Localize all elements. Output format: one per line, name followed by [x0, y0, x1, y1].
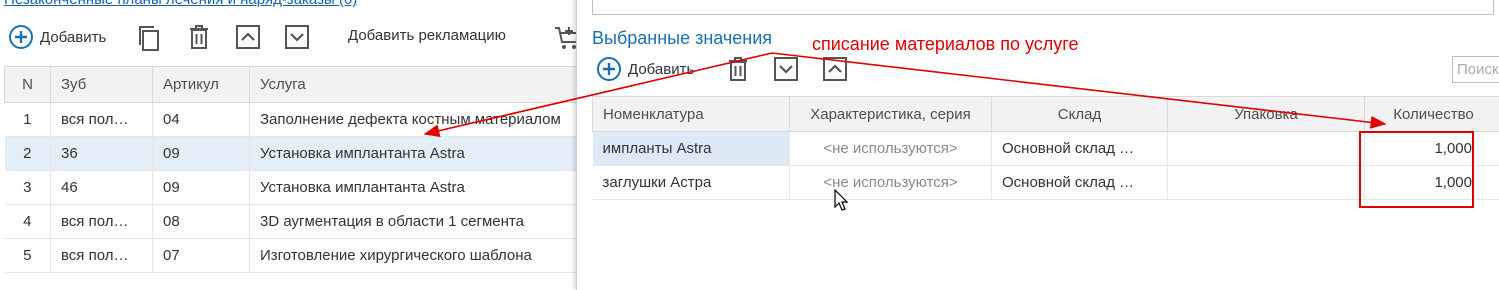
row-service: Установка имплантанта Astra — [250, 137, 579, 171]
move-down-icon[interactable] — [285, 25, 309, 49]
row-nomenclature[interactable]: импланты Astra — [593, 132, 790, 166]
row-tooth: вся пол… — [51, 205, 153, 239]
move-up-icon[interactable] — [236, 25, 260, 49]
top-input-field[interactable] — [592, 0, 1494, 15]
add-complaint-button[interactable]: Добавить рекламацию — [348, 27, 506, 44]
row-warehouse[interactable]: Основной склад … — [992, 132, 1168, 166]
left-add-label: Добавить — [40, 29, 106, 46]
column-header-quantity[interactable]: Количество — [1365, 97, 1499, 132]
annotation-label: списание материалов по услуге — [812, 34, 1078, 55]
services-table: N Зуб Артикул Услуга 1 вся пол… 04 Запол… — [4, 66, 579, 273]
row-article: 09 — [153, 171, 250, 205]
column-header-tooth[interactable]: Зуб — [51, 67, 153, 103]
row-number: 1 — [5, 103, 51, 137]
row-tooth: вся пол… — [51, 103, 153, 137]
row-service: Заполнение дефекта костным материалом — [250, 103, 579, 137]
quantity-highlight-box — [1359, 131, 1474, 208]
right-add-label: Добавить — [628, 61, 694, 78]
row-service: 3D аугментация в области 1 сегмента — [250, 205, 579, 239]
table-row[interactable]: 3 46 09 Установка имплантанта Astra — [5, 171, 579, 205]
row-service: Установка имплантанта Astra — [250, 171, 579, 205]
column-header-article[interactable]: Артикул — [153, 67, 250, 103]
left-add-button[interactable]: Добавить — [8, 22, 106, 52]
row-number: 2 — [5, 137, 51, 171]
row-package[interactable] — [1168, 166, 1365, 200]
row-warehouse[interactable]: Основной склад … — [992, 166, 1168, 200]
copy-icon[interactable] — [136, 24, 162, 52]
column-header-package[interactable]: Упаковка — [1168, 97, 1365, 132]
column-header-warehouse[interactable]: Склад — [992, 97, 1168, 132]
row-characteristic[interactable]: <не используются> — [790, 132, 992, 166]
row-nomenclature[interactable]: заглушки Астра — [593, 166, 790, 200]
trash-icon[interactable] — [726, 56, 750, 82]
table-row-selected[interactable]: 2 36 09 Установка имплантанта Astra — [5, 137, 579, 171]
move-up-icon[interactable] — [823, 57, 847, 81]
table-row[interactable]: 1 вся пол… 04 Заполнение дефекта костным… — [5, 103, 579, 137]
move-down-icon[interactable] — [774, 57, 798, 81]
search-input[interactable]: Поиск — [1452, 56, 1499, 83]
mouse-cursor-icon — [834, 189, 848, 215]
right-add-button[interactable]: Добавить — [596, 54, 694, 84]
row-number: 5 — [5, 239, 51, 273]
section-title: Выбранные значения — [592, 28, 772, 49]
row-article: 07 — [153, 239, 250, 273]
column-header-characteristic[interactable]: Характеристика, серия — [790, 97, 992, 132]
row-number: 4 — [5, 205, 51, 239]
row-article: 08 — [153, 205, 250, 239]
table-row[interactable]: 4 вся пол… 08 3D аугментация в области 1… — [5, 205, 579, 239]
table-row[interactable]: 5 вся пол… 07 Изготовление хирургическог… — [5, 239, 579, 273]
row-number: 3 — [5, 171, 51, 205]
row-package[interactable] — [1168, 132, 1365, 166]
row-tooth: 36 — [51, 137, 153, 171]
row-article: 09 — [153, 137, 250, 171]
plus-circle-icon — [596, 56, 622, 82]
trash-icon[interactable] — [187, 24, 211, 50]
row-tooth: вся пол… — [51, 239, 153, 273]
row-characteristic[interactable]: <не используются> — [790, 166, 992, 200]
column-header-nomenclature[interactable]: Номенклатура — [593, 97, 790, 132]
row-service: Изготовление хирургического шаблона — [250, 239, 579, 273]
plus-circle-icon — [8, 24, 34, 50]
column-header-service[interactable]: Услуга — [250, 67, 579, 103]
row-article: 04 — [153, 103, 250, 137]
row-tooth: 46 — [51, 171, 153, 205]
unfinished-plans-link[interactable]: Незаконченные планы лечения и наряд-зака… — [4, 0, 357, 8]
column-header-n[interactable]: N — [5, 67, 51, 103]
